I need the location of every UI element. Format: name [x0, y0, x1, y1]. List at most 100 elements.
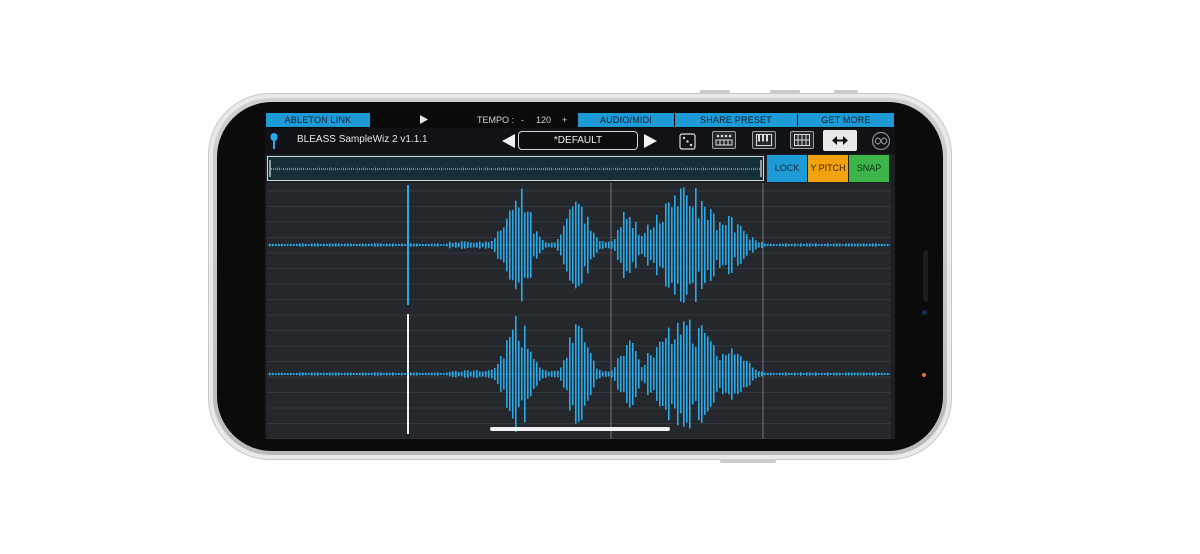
- overview-bar: [581, 167, 582, 171]
- overview-bar: [361, 168, 362, 170]
- app-name-label: BLEASS SampleWiz 2 v1.1.1: [297, 134, 428, 145]
- overview-bar: [471, 168, 472, 170]
- tempo-increase-button[interactable]: +: [562, 113, 567, 127]
- overview-bar: [403, 167, 404, 171]
- overview-bar: [689, 168, 690, 170]
- microphone-icon[interactable]: [270, 133, 278, 149]
- snap-button[interactable]: SNAP: [849, 155, 889, 182]
- overview-bar: [473, 168, 474, 170]
- overview-bar: [703, 167, 704, 171]
- play-icon[interactable]: [420, 115, 428, 124]
- overview-bar: [273, 168, 274, 170]
- keyboard-pads-icon[interactable]: [712, 131, 736, 149]
- ableton-link-button[interactable]: ABLETON LINK: [266, 113, 370, 127]
- overview-bar: [735, 168, 736, 170]
- audio-midi-button[interactable]: AUDIO/MIDI: [578, 113, 674, 127]
- overview-bar: [723, 167, 724, 171]
- overview-bar: [645, 168, 646, 170]
- face-id-sensor: [923, 250, 928, 302]
- overview-bar: [681, 168, 682, 170]
- overview-bar: [677, 167, 678, 171]
- triangle-right-icon[interactable]: [644, 134, 657, 148]
- overview-bar: [355, 168, 356, 170]
- overview-bar: [349, 167, 350, 171]
- overview-bar: [437, 168, 438, 170]
- overview-bar: [461, 167, 462, 171]
- overview-bar: [373, 168, 374, 170]
- waveform-overview[interactable]: [267, 156, 764, 181]
- overview-bar: [695, 167, 696, 171]
- overview-bar: [499, 167, 500, 171]
- piano-keys-icon[interactable]: [752, 131, 776, 149]
- overview-bar: [305, 168, 306, 170]
- overview-bar: [467, 168, 468, 170]
- overview-bar: [315, 167, 316, 171]
- overview-bar: [413, 167, 414, 171]
- overview-bar: [621, 168, 622, 170]
- overview-bar: [433, 168, 434, 170]
- overview-bar: [669, 168, 670, 170]
- overview-bar: [749, 168, 750, 170]
- overview-bar: [625, 167, 626, 171]
- home-indicator[interactable]: [490, 427, 670, 431]
- overview-bar: [509, 167, 510, 171]
- overview-bar: [485, 167, 486, 171]
- overview-bar: [535, 167, 536, 171]
- lock-button[interactable]: LOCK: [767, 155, 807, 182]
- overview-bar: [745, 167, 746, 171]
- overview-bar: [371, 168, 372, 170]
- overview-bar: [515, 168, 516, 170]
- overview-bar: [351, 167, 352, 171]
- overview-bar: [419, 168, 420, 170]
- overview-bar: [593, 168, 594, 170]
- get-more-presets-button[interactable]: GET MORE PRESETS!: [798, 113, 894, 139]
- overview-bar: [657, 167, 658, 171]
- overview-bar: [659, 168, 660, 170]
- dice-icon[interactable]: [679, 133, 696, 150]
- overview-bar: [753, 167, 754, 171]
- overview-bar: [323, 168, 324, 170]
- overview-bar: [549, 167, 550, 171]
- overview-bar: [405, 167, 406, 171]
- overview-bar: [505, 167, 506, 171]
- overview-bar: [275, 167, 276, 171]
- overview-bar: [495, 168, 496, 170]
- overview-bar: [393, 168, 394, 170]
- overview-bar: [623, 168, 624, 170]
- overview-bar: [635, 167, 636, 171]
- bleass-logo-icon[interactable]: [871, 131, 891, 151]
- ypitch-button[interactable]: Y PITCH: [808, 155, 848, 182]
- overview-bar: [747, 167, 748, 171]
- overview-bar: [525, 168, 526, 170]
- overview-bar: [455, 168, 456, 170]
- overview-bar: [511, 167, 512, 171]
- overview-bar: [565, 167, 566, 171]
- overview-bar: [507, 167, 508, 171]
- overview-bar: [313, 168, 314, 170]
- overview-bar: [401, 168, 402, 170]
- overview-bar: [519, 168, 520, 170]
- waveform-editor[interactable]: [267, 183, 891, 439]
- triangle-left-icon[interactable]: [502, 134, 515, 148]
- overview-bar: [569, 167, 570, 171]
- tempo-decrease-button[interactable]: -: [521, 113, 524, 127]
- overview-bar: [287, 167, 288, 171]
- overview-bar: [431, 167, 432, 171]
- preset-name-field[interactable]: *DEFAULT: [518, 131, 638, 150]
- overview-bar: [409, 167, 410, 171]
- overview-bar: [655, 167, 656, 171]
- sequencer-grid-icon[interactable]: [790, 131, 814, 149]
- overview-bar: [759, 167, 760, 171]
- overview-bar: [343, 167, 344, 171]
- share-preset-button[interactable]: SHARE PRESET: [675, 113, 797, 127]
- overview-bar: [427, 167, 428, 171]
- overview-bar: [597, 168, 598, 170]
- overview-bar: [641, 168, 642, 170]
- overview-bar: [449, 168, 450, 170]
- tempo-value[interactable]: 120: [536, 113, 551, 127]
- overview-bar: [649, 167, 650, 171]
- overview-bar: [295, 167, 296, 171]
- waveform-display[interactable]: [267, 183, 891, 439]
- overview-bar: [387, 167, 388, 171]
- horizontal-arrows-icon[interactable]: [823, 130, 857, 151]
